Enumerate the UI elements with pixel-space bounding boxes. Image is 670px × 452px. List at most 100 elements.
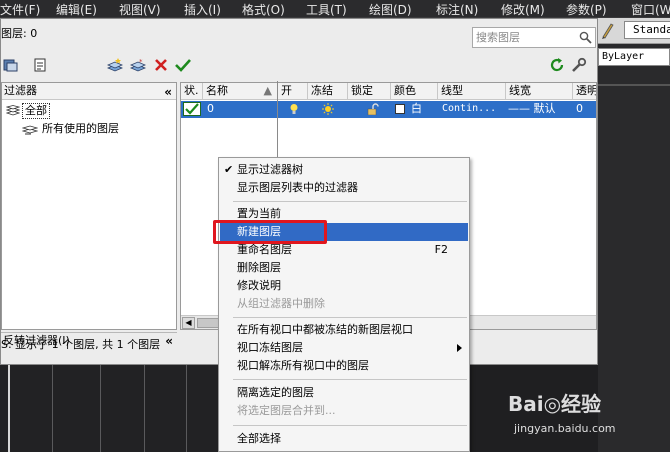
- col-status[interactable]: 状.: [181, 83, 203, 100]
- menu-separator: [233, 425, 467, 426]
- layer-transparency[interactable]: 0: [576, 101, 583, 117]
- menu-item-label: 视口解冻所有视口中的图层: [237, 359, 369, 372]
- menu-item-label: 在所有视口中都被冻结的新图层视口: [237, 323, 413, 336]
- checkmark-icon: ✔: [224, 163, 234, 176]
- menu-shortcut: F2: [434, 243, 448, 256]
- menu-tools[interactable]: 工具(T): [306, 1, 347, 18]
- col-freeze[interactable]: 冻结: [308, 83, 348, 100]
- unlock-icon[interactable]: [367, 103, 379, 120]
- filter-stack-icon: [6, 105, 20, 116]
- style-toolbar: Standa: [598, 18, 670, 44]
- new-layer-frozen-icon[interactable]: *: [128, 55, 148, 75]
- col-lineweight[interactable]: 线宽: [506, 83, 573, 100]
- menu-item-change-description[interactable]: 修改说明: [220, 277, 468, 295]
- pen-icon[interactable]: [600, 21, 614, 39]
- col-on[interactable]: 开: [278, 83, 308, 100]
- grid-line: [8, 365, 10, 452]
- refresh-icon[interactable]: [547, 55, 567, 75]
- menu-file[interactable]: 文件(F): [0, 1, 40, 18]
- menu-item-vp-freeze-layer[interactable]: 视口冻结图层: [220, 339, 468, 357]
- sort-arrow-icon: ▲: [263, 84, 272, 97]
- menu-item-new-layer-vp-frozen[interactable]: 在所有视口中都被冻结的新图层视口: [220, 321, 468, 339]
- filter-used-label: 所有使用的图层: [42, 122, 119, 135]
- menu-edit[interactable]: 编辑(E): [56, 1, 97, 18]
- col-transparency[interactable]: 透明: [573, 83, 596, 100]
- menu-item-show-filter-tree[interactable]: ✔ 显示过滤器树: [220, 161, 468, 179]
- menu-item-label: 置为当前: [237, 207, 281, 220]
- col-color[interactable]: 颜色: [391, 83, 438, 100]
- layer-context-menu: ✔ 显示过滤器树 显示图层列表中的过滤器 置为当前 新建图层 重命名图层 F2 …: [218, 157, 470, 452]
- menu-item-merge-layers: 将选定图层合并到...: [220, 402, 468, 420]
- watermark-url: jingyan.baidu.com: [514, 422, 616, 435]
- lightbulb-icon[interactable]: [289, 103, 299, 121]
- grid-line: [186, 365, 187, 452]
- layer-color: 白: [411, 102, 422, 115]
- layer-name: 0: [207, 102, 214, 115]
- sun-freeze-icon[interactable]: [322, 103, 334, 120]
- new-property-filter-icon[interactable]: [1, 55, 21, 75]
- menu-item-isolate-layers[interactable]: 隔离选定的图层: [220, 384, 468, 402]
- table-row[interactable]: 0 白 Contin... —— 默认 0: [181, 101, 596, 121]
- menu-draw[interactable]: 绘图(D): [369, 1, 412, 18]
- col-lock[interactable]: 锁定: [348, 83, 391, 100]
- color-swatch[interactable]: [395, 104, 405, 114]
- set-current-icon[interactable]: [173, 55, 193, 75]
- grid-line: [100, 365, 101, 452]
- baidu-watermark: Bai◎经验 jingyan.baidu.com: [508, 380, 668, 450]
- menu-item-label: 重命名图层: [237, 243, 292, 256]
- filter-all-label: 全部: [22, 103, 50, 119]
- new-layer-icon[interactable]: [105, 55, 125, 75]
- drawing-area[interactable]: [0, 365, 218, 452]
- menu-item-select-all[interactable]: 全部选择: [220, 430, 468, 448]
- search-placeholder: 搜索图层: [476, 31, 520, 44]
- menu-modify[interactable]: 修改(M): [501, 1, 545, 18]
- layer-toolbar: *: [1, 55, 599, 77]
- menu-separator: [233, 317, 467, 318]
- menu-item-show-filters-in-list[interactable]: 显示图层列表中的过滤器: [220, 179, 468, 197]
- svg-text:*: *: [139, 58, 143, 66]
- search-icon[interactable]: [579, 31, 592, 44]
- menu-item-remove-from-group-filter: 从组过滤器中删除: [220, 295, 468, 313]
- current-layer-label: 图层: 0: [1, 27, 38, 40]
- filter-header-label: 过滤器: [4, 84, 37, 97]
- menu-item-label: 隔离选定的图层: [237, 386, 314, 399]
- filter-node-all[interactable]: 全部: [6, 103, 66, 119]
- menu-item-delete-layer[interactable]: 删除图层: [220, 259, 468, 277]
- settings-wrench-icon[interactable]: [569, 55, 589, 75]
- linetype-dropdown[interactable]: ByLayer: [598, 48, 670, 66]
- menu-item-label: 将选定图层合并到...: [237, 404, 336, 417]
- menu-separator: [233, 201, 467, 202]
- layer-lineweight[interactable]: —— 默认: [508, 101, 556, 117]
- scroll-left-icon[interactable]: ◀: [182, 317, 195, 329]
- highlight-annotation-box: [213, 220, 327, 244]
- watermark-logo: Bai◎经验: [508, 392, 602, 416]
- filter-node-used[interactable]: 所有使用的图层: [22, 121, 172, 137]
- delete-layer-icon[interactable]: [151, 55, 171, 75]
- menu-parametric[interactable]: 参数(P): [566, 1, 607, 18]
- filter-tree-panel: 过滤器 « 全部 所有使用的图层: [1, 82, 177, 330]
- used-layers-icon: [22, 125, 38, 135]
- layer-linetype[interactable]: Contin...: [442, 101, 496, 117]
- grid-line: [52, 365, 53, 452]
- menu-item-label: 显示过滤器树: [237, 163, 303, 176]
- menu-separator: [233, 379, 467, 380]
- collapse-chevron-icon[interactable]: «: [164, 84, 172, 100]
- col-linetype[interactable]: 线型: [438, 83, 506, 100]
- menu-item-label: 从组过滤器中删除: [237, 297, 325, 310]
- new-group-filter-icon[interactable]: [31, 55, 51, 75]
- menu-insert[interactable]: 插入(I): [184, 1, 221, 18]
- grid-line: [144, 365, 145, 452]
- menu-window[interactable]: 窗口(W: [631, 1, 670, 18]
- menu-item-vp-thaw-all[interactable]: 视口解冻所有视口中的图层: [220, 357, 468, 375]
- menu-item-label: 修改说明: [237, 279, 281, 292]
- search-layer-input[interactable]: 搜索图层: [472, 27, 596, 48]
- divider: [598, 84, 670, 86]
- text-style-dropdown[interactable]: Standa: [624, 21, 670, 39]
- menu-view[interactable]: 视图(V): [119, 1, 161, 18]
- filter-panel-header: 过滤器 «: [2, 83, 176, 100]
- menu-dimension[interactable]: 标注(N): [436, 1, 478, 18]
- col-name[interactable]: 名称 ▲: [203, 83, 278, 100]
- menu-item-label: 视口冻结图层: [237, 341, 303, 354]
- menu-format[interactable]: 格式(O): [242, 1, 285, 18]
- menu-item-label: 全部选择: [237, 432, 281, 445]
